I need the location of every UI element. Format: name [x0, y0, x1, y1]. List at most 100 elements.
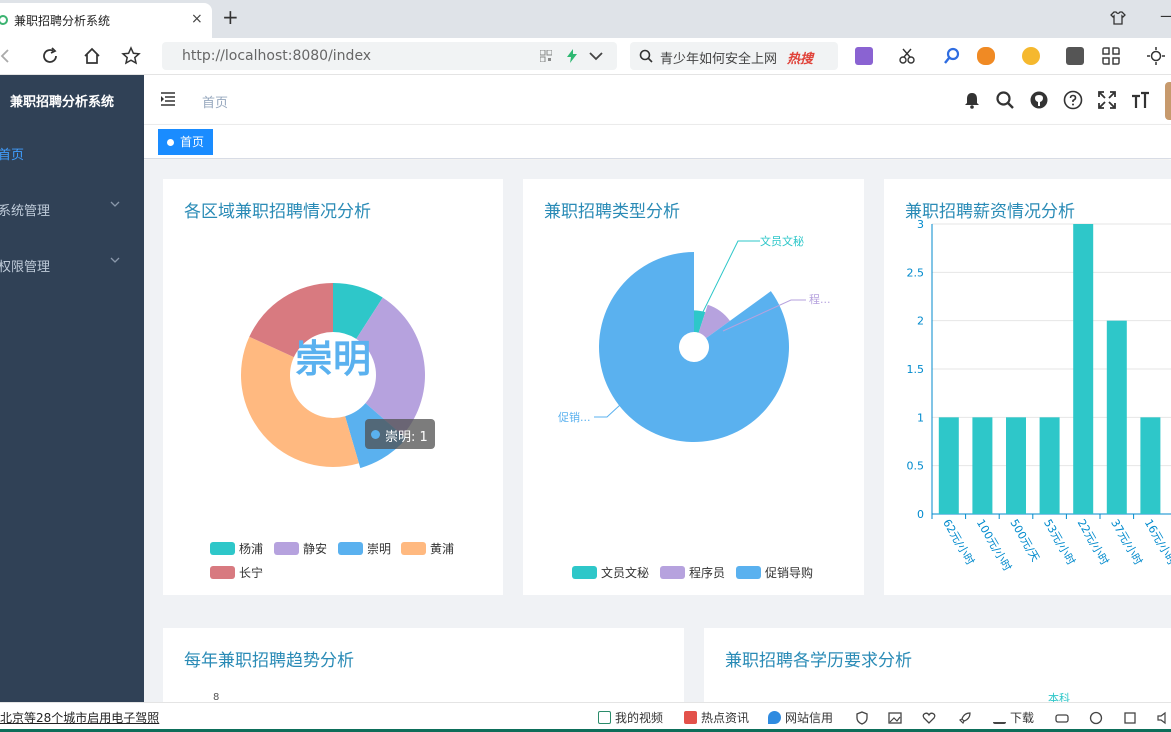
reload-icon[interactable]: [40, 46, 60, 66]
axis-tick-label: 8: [213, 692, 220, 702]
home-icon[interactable]: [82, 46, 102, 66]
y-tick-label: 3: [917, 218, 924, 231]
magnifier-extension-icon[interactable]: [943, 47, 961, 65]
slice-label: 程...: [809, 293, 831, 306]
address-bar[interactable]: http://localhost:8080/index: [162, 42, 617, 70]
font-size-icon[interactable]: [1130, 90, 1150, 110]
app-favicon-icon: [0, 15, 8, 25]
translate-extension-icon[interactable]: [855, 47, 873, 65]
region-donut-chart: 崇明: [241, 283, 425, 469]
heart-icon[interactable]: [922, 711, 936, 725]
reward-extension-icon[interactable]: [1022, 47, 1040, 65]
browser-tab[interactable]: 兼职招聘分析系统 ×: [0, 3, 212, 38]
bar-53元/小时[interactable]: [1039, 417, 1060, 514]
legend-swatch: [401, 542, 426, 555]
y-tick-label: 0.5: [907, 460, 925, 473]
legend-label: 长宁: [239, 566, 264, 580]
apps-grid-icon[interactable]: [1102, 47, 1120, 65]
card-title: 兼职招聘各学历要求分析: [725, 651, 912, 671]
y-tick-label: 0: [917, 508, 924, 521]
chart-tooltip: 崇明: 1: [365, 419, 435, 449]
y-tick-label: 2: [917, 315, 924, 328]
bar-16元/小时[interactable]: [1140, 417, 1161, 514]
salary-bar-chart: 0 0.5 1 1.5 2 2.5 3 62元/小时100元/小时500元/天53元/小时22…: [907, 218, 1171, 573]
salary-chart-card: 兼职招聘薪资情况分析 0 0.5 1 1.5 2 2.5 3 62元/小时 100元/小时 500…: [884, 179, 1171, 595]
bar-500元/天[interactable]: [1006, 417, 1026, 514]
legend-swatch: [210, 566, 235, 579]
browser-search-box[interactable]: 青少年如何安全上网 热搜: [630, 42, 838, 70]
menu-fold-icon[interactable]: [160, 91, 176, 107]
tooltip-text: 崇明: 1: [385, 430, 428, 445]
fullscreen-icon[interactable]: [1097, 90, 1117, 110]
slice-label: 促销...: [558, 410, 591, 424]
legend-label: 文员文秘: [601, 566, 650, 580]
app-header: 首页: [144, 75, 1171, 125]
bell-icon[interactable]: [962, 90, 982, 110]
legend-label: 程序员: [689, 566, 726, 580]
tab-title: 兼职招聘分析系统: [14, 14, 111, 28]
bar-37元/小时[interactable]: [1106, 320, 1127, 514]
search-icon[interactable]: [995, 90, 1015, 110]
sidebar: 兼职招聘分析系统 首页 系统管理 权限管理: [0, 75, 144, 702]
bookmark-star-icon[interactable]: [121, 46, 141, 66]
chevron-down-icon: [110, 201, 120, 207]
download-button[interactable]: 下载: [993, 709, 1034, 726]
tags-view-bar: 首页: [144, 125, 1171, 159]
browser-status-bar: 北京等28个城市启用电子驾照 我的视频 热点资讯 网站信用 下载: [0, 702, 1171, 732]
site-credit-button[interactable]: 网站信用: [768, 709, 833, 726]
help-icon[interactable]: [1063, 90, 1083, 110]
window-icon[interactable]: [1123, 711, 1137, 725]
url-text: http://localhost:8080/index: [182, 48, 372, 64]
hot-news-button[interactable]: 热点资讯: [684, 709, 749, 726]
bar-100元/小时[interactable]: [972, 417, 993, 514]
vr-icon[interactable]: [1055, 711, 1069, 725]
sidebar-item-system[interactable]: 系统管理: [0, 189, 144, 229]
qr-code-icon[interactable]: [540, 50, 552, 62]
sidebar-item-label: 首页: [0, 148, 25, 163]
game-extension-icon[interactable]: [977, 47, 995, 65]
sidebar-item-label: 系统管理: [0, 204, 51, 219]
avatar[interactable]: [1165, 82, 1171, 120]
github-icon[interactable]: [1029, 90, 1049, 110]
x-tick-label: 62元/小时: [940, 517, 977, 567]
drop-icon: [768, 711, 781, 724]
image-icon[interactable]: [888, 711, 902, 725]
legend-swatch: [660, 566, 685, 579]
volume-icon[interactable]: [1156, 711, 1170, 725]
hot-search-badge: 热搜: [787, 52, 814, 67]
legend-label: 促销导购: [765, 566, 814, 580]
sidebar-item-permission[interactable]: 权限管理: [0, 245, 144, 285]
scissors-icon[interactable]: [898, 47, 916, 65]
download-icon: [993, 711, 1006, 724]
rose-slice-促销导购[interactable]: [599, 252, 789, 443]
rocket-icon[interactable]: [958, 711, 972, 725]
my-video-button[interactable]: 我的视频: [598, 709, 663, 726]
reader-extension-icon[interactable]: [1066, 47, 1084, 65]
window-minimize-icon[interactable]: —: [1160, 6, 1171, 25]
bar-62元/小时[interactable]: [938, 417, 959, 514]
search-icon: [639, 49, 653, 63]
status-item-label: 网站信用: [785, 711, 834, 725]
legend-label: 杨浦: [239, 542, 264, 556]
legend-swatch: [338, 542, 363, 555]
x-tick-label: 16元/小时: [1142, 517, 1171, 567]
chevron-down-icon[interactable]: [589, 51, 603, 61]
y-tick-label: 1.5: [907, 363, 925, 376]
tab-close-icon[interactable]: ×: [191, 11, 203, 27]
slice-label: 本科: [1048, 692, 1070, 702]
tag-home[interactable]: 首页: [158, 129, 214, 155]
browser-toolbar: http://localhost:8080/index 青少年如何安全上网 热搜: [0, 38, 1171, 75]
shirt-icon[interactable]: [1110, 10, 1126, 26]
legend-swatch: [274, 542, 299, 555]
sidebar-item-home[interactable]: 首页: [0, 133, 144, 173]
back-icon[interactable]: [0, 46, 16, 66]
edge-icon[interactable]: [1089, 711, 1103, 725]
new-tab-icon[interactable]: +: [222, 5, 239, 29]
shield-icon[interactable]: [855, 711, 869, 725]
brightness-icon[interactable]: [1147, 47, 1165, 65]
news-ticker-link[interactable]: 北京等28个城市启用电子驾照: [0, 709, 159, 726]
bar-22元/小时[interactable]: [1073, 224, 1094, 514]
education-chart-card: 兼职招聘各学历要求分析 本科: [704, 628, 1171, 702]
lightning-icon[interactable]: [566, 49, 578, 63]
region-chart-card: 各区域兼职招聘情况分析 崇明 崇明: 1 杨浦 静安 崇明 黄浦 长宁: [163, 179, 503, 595]
